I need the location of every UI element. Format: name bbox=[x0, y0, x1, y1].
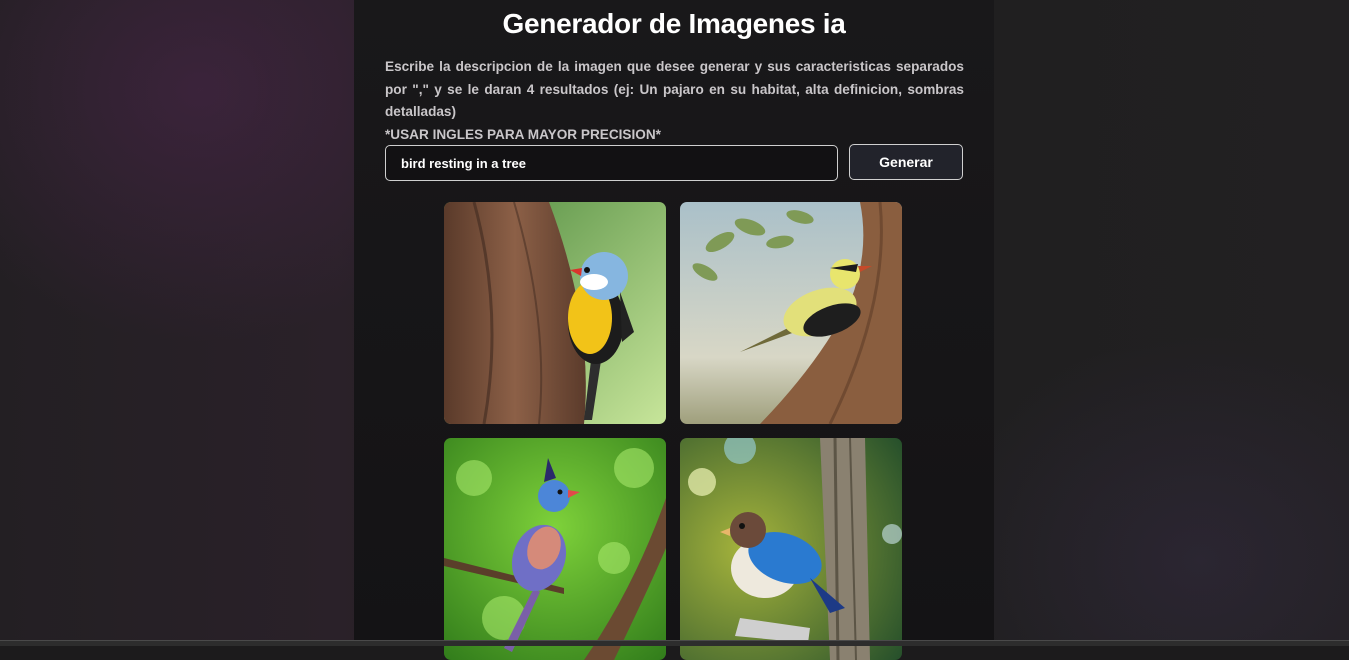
bird-image-icon bbox=[680, 202, 902, 424]
result-image-1[interactable] bbox=[444, 202, 666, 424]
page-title: Generador de Imagenes ia bbox=[502, 8, 846, 39]
instructions-note: *USAR INGLES PARA MAYOR PRECISION* bbox=[385, 126, 661, 142]
bird-image-icon bbox=[680, 438, 902, 660]
bottom-scrollbar bbox=[0, 640, 1349, 646]
main-panel: Generador de Imagenes ia Escribe la desc… bbox=[354, 0, 994, 660]
result-image-2[interactable] bbox=[680, 202, 902, 424]
bird-image-icon bbox=[444, 202, 666, 424]
instructions-body: Escribe la descripcion de la imagen que … bbox=[385, 59, 964, 119]
prompt-input[interactable] bbox=[385, 145, 838, 181]
bird-image-icon bbox=[444, 438, 666, 660]
result-image-4[interactable] bbox=[680, 438, 902, 660]
instructions-text: Escribe la descripcion de la imagen que … bbox=[385, 56, 964, 146]
generate-button[interactable]: Generar bbox=[849, 144, 963, 180]
result-image-3[interactable] bbox=[444, 438, 666, 660]
